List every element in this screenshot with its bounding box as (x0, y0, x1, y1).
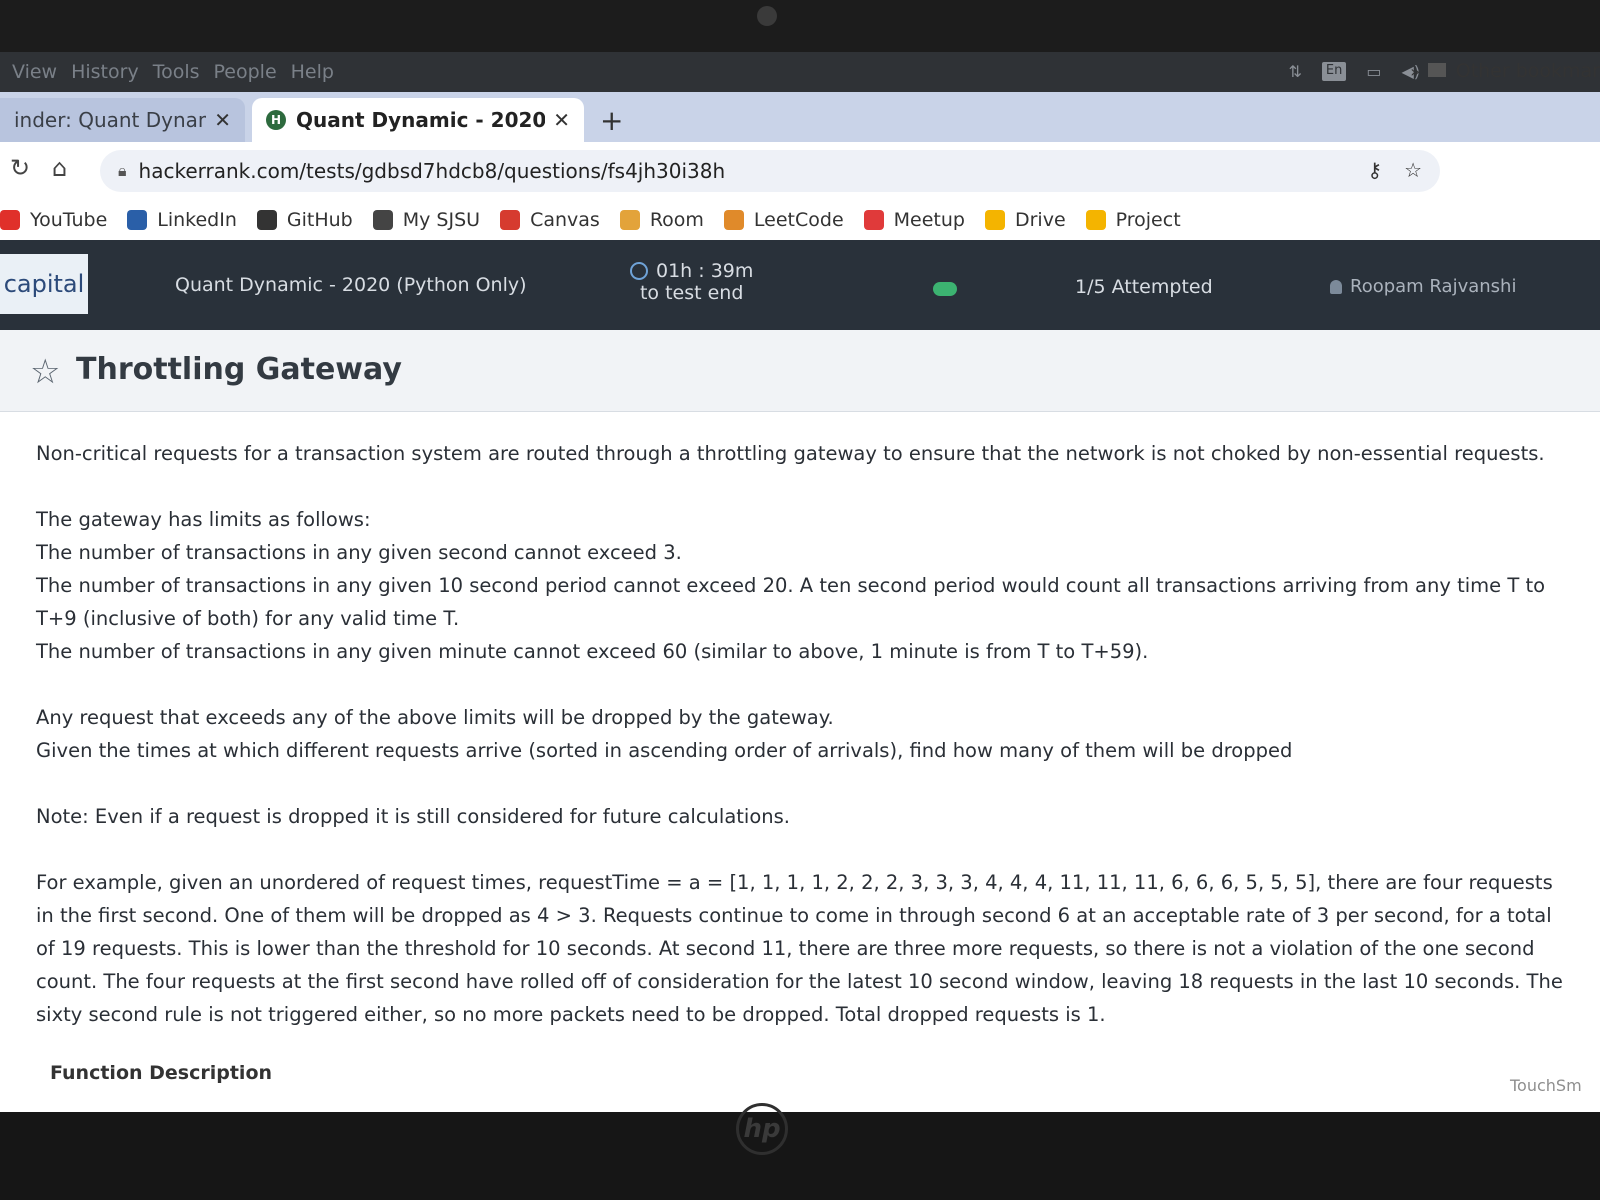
close-icon[interactable]: ✕ (214, 108, 231, 132)
address-bar-actions: ⚷ ☆ (1367, 158, 1422, 182)
laptop-label: TouchSm (1510, 1076, 1582, 1095)
rules-paragraph: Any request that exceeds any of the abov… (36, 701, 1576, 767)
task-statement: Given the times at which different reque… (36, 739, 1293, 762)
leetcode-icon (723, 210, 744, 230)
bookmark-drive[interactable]: Drive (984, 209, 1066, 231)
linkedin-icon (127, 210, 148, 230)
webcam (757, 6, 777, 26)
limits-list: The gateway has limits as follows: The n… (36, 503, 1576, 668)
limit-per-ten-seconds: The number of transactions in any given … (36, 574, 1546, 630)
bookmark-my-sjsu[interactable]: My SJSU (372, 209, 481, 231)
menu-history[interactable]: History (71, 61, 139, 83)
tab-quant-dynamic-reminder[interactable]: inder: Quant Dynami ✕ (0, 98, 245, 142)
menu-help[interactable]: Help (291, 61, 334, 83)
bookmark-github[interactable]: GitHub (256, 209, 353, 231)
new-tab-button[interactable]: + (600, 104, 623, 137)
example: For example, given an unordered of reque… (36, 871, 1563, 1026)
folder-icon (1427, 63, 1446, 77)
laptop-bezel (0, 1112, 1600, 1200)
menu-bar: View History Tools People Help ⇅ En ▭ ◀) (0, 52, 1600, 92)
connection-status-indicator (933, 282, 957, 296)
system-tray: ⇅ En ▭ ◀) (1288, 62, 1420, 81)
bookmark-label: Drive (1014, 209, 1066, 231)
test-timer: 01h : 39m to test end (630, 260, 753, 304)
function-description-heading: Function Description (50, 1062, 273, 1084)
tab-label: inder: Quant Dynami (14, 108, 207, 132)
tab-strip: inder: Quant Dynami ✕ H Quant Dynamic - … (0, 92, 1600, 142)
bookmark-label: GitHub (286, 209, 353, 231)
test-title: Quant Dynamic - 2020 (Python Only) (175, 274, 527, 296)
hackerrank-favicon-icon: H (266, 110, 286, 130)
bookmarks-overflow-button[interactable]: » (1410, 62, 1420, 81)
other-bookmarks-folder[interactable]: Other bookmar (1427, 60, 1600, 82)
limit-per-second: The number of transactions in any given … (36, 541, 682, 564)
user-menu[interactable]: Roopam Rajvanshi (1330, 276, 1516, 297)
bookmark-label: Meetup (893, 209, 965, 231)
drive-icon (984, 210, 1005, 230)
key-icon[interactable]: ⚷ (1367, 158, 1382, 182)
home-icon[interactable]: ⌂ (52, 154, 67, 182)
battery-icon[interactable]: ▭ (1366, 62, 1381, 81)
problem-statement: Non-critical requests for a transaction … (36, 437, 1576, 1064)
note: Note: Even if a request is dropped it is… (36, 805, 790, 828)
limit-per-minute: The number of transactions in any given … (36, 640, 1149, 663)
lock-icon[interactable]: 🔒︎ (118, 161, 127, 181)
user-icon (1330, 279, 1342, 294)
hackerrank-test-header: capital Quant Dynamic - 2020 (Python Onl… (0, 240, 1600, 330)
bookmark-linkedin[interactable]: LinkedIn (127, 209, 237, 231)
star-icon[interactable]: ☆ (30, 352, 60, 392)
clock-icon (630, 262, 648, 280)
bookmark-project[interactable]: Project (1085, 209, 1181, 231)
bookmark-star-icon[interactable]: ☆ (1404, 158, 1422, 182)
problem-title-bar: ☆ Throttling Gateway (0, 330, 1600, 412)
browser-toolbar: ↻ ⌂ 🔒︎ hackerrank.com/tests/gdbsd7hdcb8/… (0, 142, 1600, 200)
hp-logo: hp (736, 1103, 788, 1155)
bookmark-leetcode[interactable]: LeetCode (723, 209, 844, 231)
github-icon (256, 210, 277, 230)
other-bookmarks-label: Other bookmar (1455, 60, 1600, 82)
bookmark-label: Project (1115, 209, 1181, 231)
address-bar[interactable]: 🔒︎ hackerrank.com/tests/gdbsd7hdcb8/ques… (100, 150, 1440, 192)
user-name: Roopam Rajvanshi (1350, 276, 1517, 297)
bookmark-label: YouTube (30, 209, 108, 231)
menu-people[interactable]: People (214, 61, 277, 83)
dropped-rule: Any request that exceeds any of the abov… (36, 706, 834, 729)
close-icon[interactable]: ✕ (553, 108, 570, 132)
bookmark-label: LeetCode (753, 209, 844, 231)
tab-quant-dynamic-test[interactable]: H Quant Dynamic - 2020 (Py ✕ (252, 98, 584, 142)
tab-label: Quant Dynamic - 2020 (Py (296, 108, 546, 132)
bookmark-label: LinkedIn (157, 209, 237, 231)
problem-title: Throttling Gateway (76, 352, 402, 387)
menu-view[interactable]: View (12, 61, 57, 83)
network-icon[interactable]: ⇅ (1288, 62, 1301, 81)
reload-icon[interactable]: ↻ (10, 154, 30, 182)
project-icon (1085, 210, 1106, 230)
browser-window: View History Tools People Help ⇅ En ▭ ◀)… (0, 52, 1600, 1112)
meetup-icon (863, 210, 884, 230)
url-text[interactable]: hackerrank.com/tests/gdbsd7hdcb8/questio… (139, 159, 726, 183)
timer-caption: to test end (639, 282, 744, 304)
problem-intro: Non-critical requests for a transaction … (36, 442, 1545, 465)
bookmark-label: Canvas (530, 209, 600, 231)
menu-tools[interactable]: Tools (153, 61, 200, 83)
bookmark-canvas[interactable]: Canvas (500, 209, 600, 231)
bookmarks-bar: YouTube LinkedIn GitHub My SJSU Canvas Room Le… (0, 200, 1600, 240)
attempted-count[interactable]: 1/5 Attempted (1075, 276, 1213, 298)
room-icon (619, 210, 640, 230)
company-logo[interactable]: capital (0, 254, 88, 314)
youtube-icon (0, 210, 20, 230)
my-sjsu-icon (372, 210, 393, 230)
canvas-icon (500, 210, 521, 230)
bookmark-youtube[interactable]: YouTube (0, 209, 107, 231)
bookmark-label: Room (649, 209, 704, 231)
keyboard-layout-indicator[interactable]: En (1321, 62, 1347, 81)
timer-value: 01h : 39m (656, 260, 754, 282)
bookmark-label: My SJSU (402, 209, 481, 231)
limits-heading: The gateway has limits as follows: (36, 508, 371, 531)
bookmark-room[interactable]: Room (619, 209, 704, 231)
bookmark-meetup[interactable]: Meetup (863, 209, 965, 231)
